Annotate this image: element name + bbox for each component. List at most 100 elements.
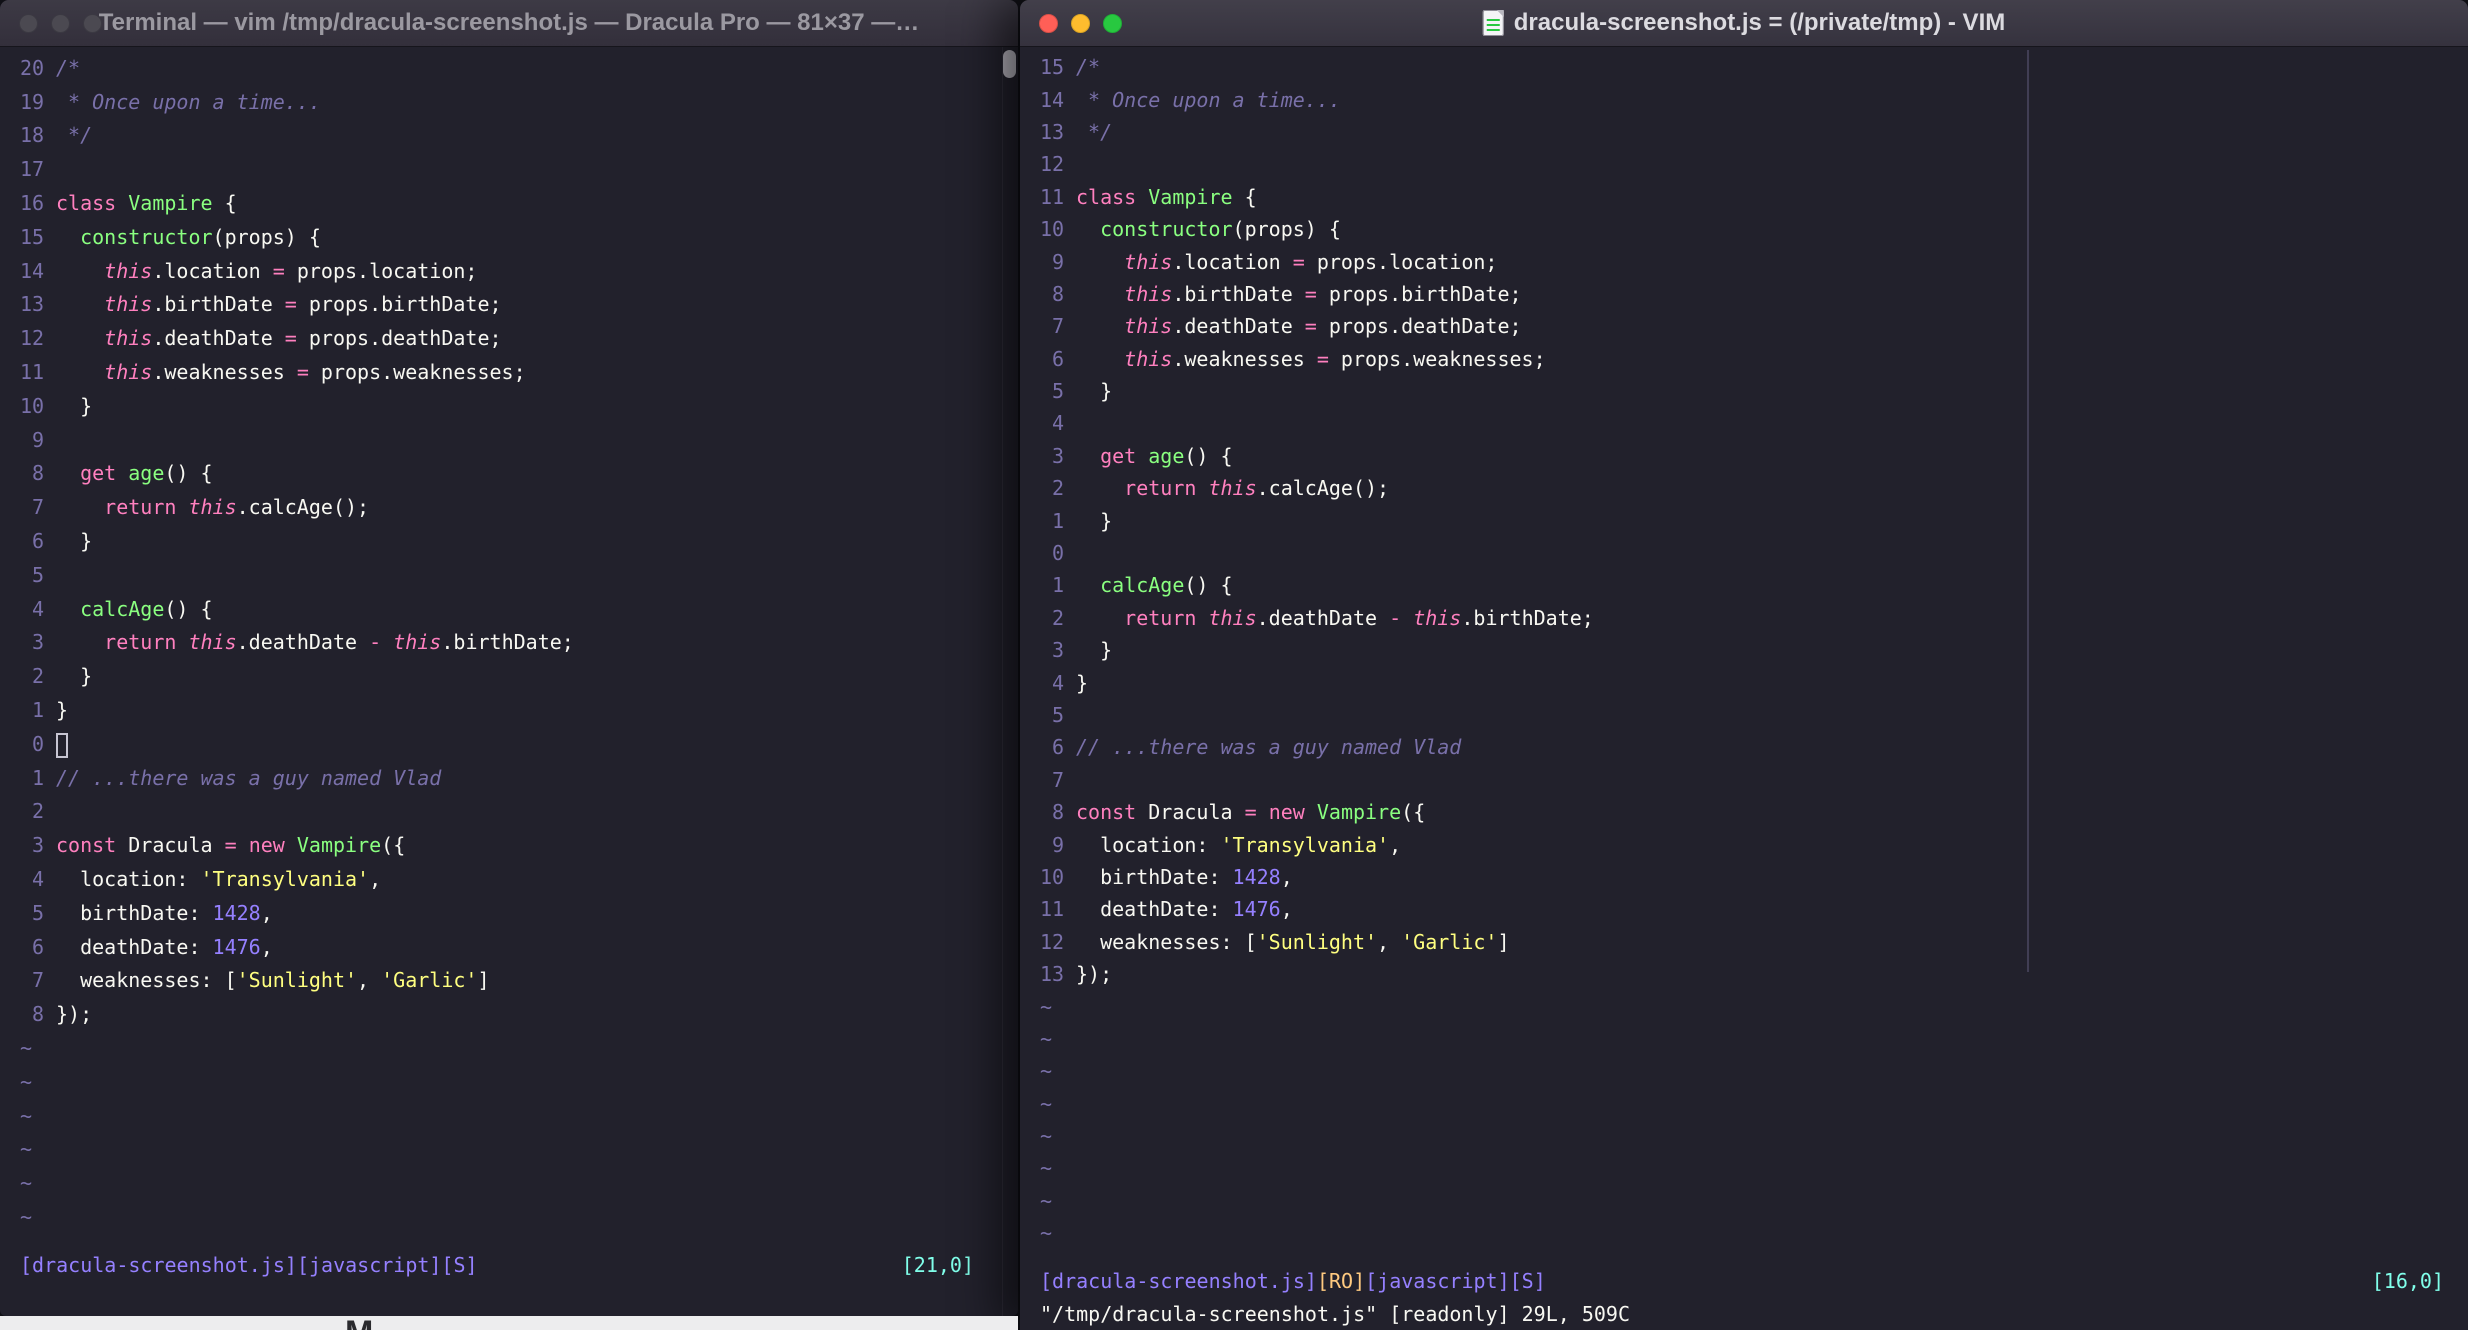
code-line[interactable]: 7 <box>1040 764 2468 796</box>
vim-buffer-right[interactable]: 15/* 14 * Once upon a time... 13 */12 11 cla… <box>1020 47 2468 1330</box>
code-line[interactable]: 4 <box>1040 407 2468 439</box>
line-number: 12 <box>20 326 45 351</box>
code-line[interactable]: 6 } <box>20 524 1018 558</box>
line-number: 14 <box>1040 87 1065 112</box>
code-line[interactable]: 0 <box>20 727 1018 761</box>
code-line[interactable]: 11 this.weaknesses = props.weaknesses; <box>20 355 1018 389</box>
code-line[interactable]: 4} <box>1040 666 2468 698</box>
code-line[interactable]: 9 <box>20 423 1018 457</box>
zoom-button[interactable] <box>83 13 102 33</box>
scrollbar-thumb[interactable] <box>1003 50 1016 78</box>
code-line[interactable]: 10 constructor(props) { <box>1040 213 2468 245</box>
zoom-button[interactable] <box>1103 13 1122 33</box>
code-line[interactable]: 12 <box>1040 148 2468 180</box>
line-number: 3 <box>1051 638 1064 663</box>
code-line[interactable]: 2 <box>20 795 1018 829</box>
code-line[interactable]: 10 } <box>20 389 1018 423</box>
line-number: 16 <box>20 191 45 216</box>
code-line[interactable]: 5 <box>1040 699 2468 731</box>
line-number: 7 <box>1051 314 1064 339</box>
code-line[interactable]: 4 location: 'Transylvania', <box>20 862 1018 896</box>
code-line[interactable]: 3 const Dracula = new Vampire({ <box>20 828 1018 862</box>
empty-line-tilde: ~ <box>1040 1059 1053 1084</box>
code-line[interactable]: 7 return this.calcAge(); <box>20 490 1018 524</box>
code-line[interactable]: 2 return this.calcAge(); <box>1040 472 2468 504</box>
code-line[interactable]: 9 this.location = props.location; <box>1040 245 2468 277</box>
code-line[interactable]: 1 } <box>1040 504 2468 536</box>
command-line-text: "/tmp/dracula-screenshot.js" [readonly] … <box>1040 1301 1631 1326</box>
code-line[interactable]: 11 class Vampire { <box>1040 181 2468 213</box>
code-line[interactable]: 2 } <box>20 659 1018 693</box>
line-number: 10 <box>20 393 45 418</box>
code-line[interactable]: 15/* <box>1040 51 2468 83</box>
vim-cursor-inactive <box>56 732 68 758</box>
close-button[interactable] <box>19 13 38 33</box>
code-line[interactable]: 18 */ <box>20 119 1018 153</box>
empty-line-tilde: ~ <box>20 1069 33 1094</box>
code-line[interactable]: 8 get age() { <box>20 457 1018 491</box>
code-line[interactable]: 6 deathDate: 1476, <box>20 930 1018 964</box>
code-line[interactable]: 8}); <box>20 997 1018 1031</box>
line-number: 2 <box>31 664 44 689</box>
code-line[interactable]: 7 this.deathDate = props.deathDate; <box>1040 310 2468 342</box>
line-number: 2 <box>31 799 44 824</box>
code-line[interactable]: 15 constructor(props) { <box>20 220 1018 254</box>
line-number: 1 <box>31 698 44 723</box>
code-line[interactable]: 3 get age() { <box>1040 440 2468 472</box>
code-line[interactable]: 6 this.weaknesses = props.weaknesses; <box>1040 343 2468 375</box>
code-line[interactable]: 12 weaknesses: ['Sunlight', 'Garlic'] <box>1040 926 2468 958</box>
code-line[interactable]: 19 * Once upon a time... <box>20 85 1018 119</box>
code-line[interactable]: 7 weaknesses: ['Sunlight', 'Garlic'] <box>20 964 1018 998</box>
code-line[interactable]: 1 calcAge() { <box>1040 569 2468 601</box>
code-line[interactable]: 3 } <box>1040 634 2468 666</box>
minimize-button[interactable] <box>1071 13 1090 33</box>
code-line[interactable]: 2 return this.deathDate - this.birthDate… <box>1040 602 2468 634</box>
line-number: 7 <box>31 495 44 520</box>
code-line[interactable]: 1// ...there was a guy named Vlad <box>20 761 1018 795</box>
code-line[interactable]: 20/* <box>20 51 1018 85</box>
empty-line-tilde: ~ <box>1040 1188 1053 1213</box>
line-number: 7 <box>1051 767 1064 792</box>
code-line[interactable]: 12 this.deathDate = props.deathDate; <box>20 321 1018 355</box>
code-line[interactable]: 10 birthDate: 1428, <box>1040 861 2468 893</box>
code-line[interactable]: 9 location: 'Transylvania', <box>1040 828 2468 860</box>
code-line[interactable]: 8 const Dracula = new Vampire({ <box>1040 796 2468 828</box>
code-line[interactable]: 16 class Vampire { <box>20 186 1018 220</box>
code-line[interactable]: 6// ...there was a guy named Vlad <box>1040 731 2468 763</box>
window-controls <box>1039 13 1122 33</box>
empty-line-tilde: ~ <box>20 1204 33 1229</box>
titlebar-macvim[interactable]: dracula-screenshot.js = (/private/tmp) -… <box>1020 0 2468 47</box>
line-number: 11 <box>20 360 45 385</box>
code-line[interactable]: 17 <box>20 152 1018 186</box>
scrollbar-track[interactable] <box>1002 47 1018 1316</box>
code-line[interactable]: 13 this.birthDate = props.birthDate; <box>20 288 1018 322</box>
code-line[interactable]: 14 this.location = props.location; <box>20 254 1018 288</box>
code-line[interactable]: 5 } <box>1040 375 2468 407</box>
vim-buffer-left[interactable]: 20/* 19 * Once upon a time... 18 */17 16 cla… <box>0 47 1018 1316</box>
line-number: 1 <box>31 765 44 790</box>
code-line[interactable]: 14 * Once upon a time... <box>1040 83 2468 115</box>
empty-line-tilde: ~ <box>20 1137 33 1162</box>
code-line[interactable]: 5 <box>20 558 1018 592</box>
code-line[interactable]: 13 */ <box>1040 116 2468 148</box>
line-number: 8 <box>1051 800 1064 825</box>
background-window-strip: M <box>0 1316 1018 1330</box>
line-number: 1 <box>1051 508 1064 533</box>
minimize-button[interactable] <box>51 13 70 33</box>
code-line[interactable]: 8 this.birthDate = props.birthDate; <box>1040 278 2468 310</box>
code-line[interactable]: 3 return this.deathDate - this.birthDate… <box>20 626 1018 660</box>
code-line[interactable]: 0 <box>1040 537 2468 569</box>
line-number: 12 <box>1040 929 1065 954</box>
code-line[interactable]: 11 deathDate: 1476, <box>1040 893 2468 925</box>
document-icon[interactable] <box>1482 10 1504 36</box>
titlebar-terminal[interactable]: Terminal — vim /tmp/dracula-screenshot.j… <box>0 0 1018 47</box>
line-number: 14 <box>20 258 45 283</box>
line-number: 15 <box>1040 55 1065 80</box>
code-line[interactable]: 13}); <box>1040 958 2468 990</box>
code-line[interactable]: 4 calcAge() { <box>20 592 1018 626</box>
code-line[interactable]: 5 birthDate: 1428, <box>20 896 1018 930</box>
line-number: 3 <box>31 630 44 655</box>
close-button[interactable] <box>1039 13 1058 33</box>
code-line[interactable]: 1} <box>20 693 1018 727</box>
line-number: 8 <box>1051 281 1064 306</box>
